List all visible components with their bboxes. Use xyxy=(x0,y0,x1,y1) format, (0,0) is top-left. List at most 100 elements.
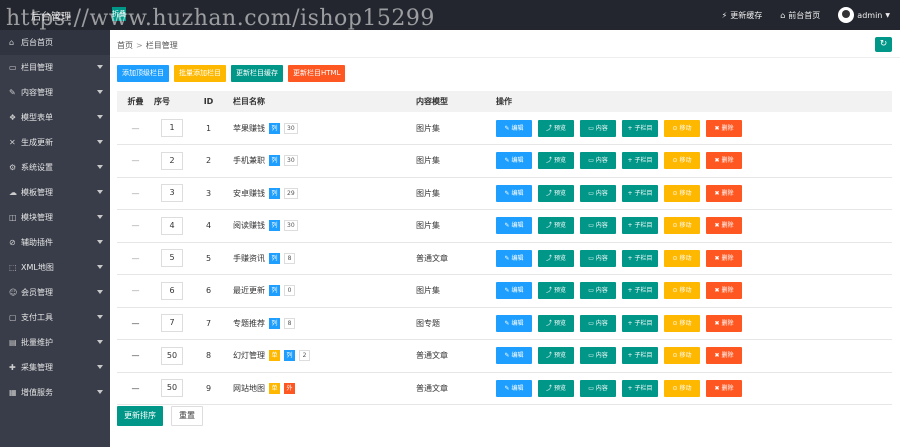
add-subcolumn-button[interactable]: + 子栏目 xyxy=(622,184,658,202)
delete-button[interactable]: ✖ 删除 xyxy=(706,184,742,202)
edit-button[interactable]: ✎ 编辑 xyxy=(496,119,532,137)
preview-button[interactable]: ⤴ 预览 xyxy=(538,217,574,235)
move-button[interactable]: ⊙ 移动 xyxy=(664,217,700,235)
sidebar-item[interactable]: ✕ 生成更新 xyxy=(0,130,110,155)
update-cache-link[interactable]: ⚡ 更新缓存 xyxy=(722,10,763,21)
menu-toggle-button[interactable]: 折叠 xyxy=(112,7,126,21)
fold-toggle[interactable]: — xyxy=(132,124,140,133)
move-button[interactable]: ⊙ 移动 xyxy=(664,152,700,170)
add-subcolumn-button[interactable]: + 子栏目 xyxy=(622,249,658,267)
sidebar-item[interactable]: ⌂ 后台首页 xyxy=(0,30,110,55)
move-button[interactable]: ⊙ 移动 xyxy=(664,249,700,267)
move-button[interactable]: ⊙ 移动 xyxy=(664,184,700,202)
edit-button[interactable]: ✎ 编辑 xyxy=(496,184,532,202)
preview-button[interactable]: ⤴ 预览 xyxy=(538,152,574,170)
fold-toggle[interactable]: — xyxy=(132,189,140,198)
fold-toggle[interactable]: — xyxy=(132,221,140,230)
fold-toggle[interactable]: — xyxy=(132,384,140,393)
add-top-column-button[interactable]: 添加顶级栏目 xyxy=(117,65,169,82)
add-subcolumn-button[interactable]: + 子栏目 xyxy=(622,217,658,235)
fold-toggle[interactable]: — xyxy=(132,319,140,328)
add-subcolumn-button[interactable]: + 子栏目 xyxy=(622,152,658,170)
save-order-button[interactable]: 更新排序 xyxy=(117,406,163,426)
sidebar-item[interactable]: ☁ 模板管理 xyxy=(0,180,110,205)
sidebar-item[interactable]: ▭ 栏目管理 xyxy=(0,55,110,80)
fold-toggle[interactable]: — xyxy=(132,351,140,360)
sidebar-item[interactable]: ❖ 模型表单 xyxy=(0,105,110,130)
fold-toggle[interactable]: — xyxy=(132,254,140,263)
add-subcolumn-button[interactable]: + 子栏目 xyxy=(622,282,658,300)
column-name[interactable]: 专题推荐 xyxy=(233,318,265,329)
content-button[interactable]: ▭ 内容 xyxy=(580,184,616,202)
sidebar-item[interactable]: ✎ 内容管理 xyxy=(0,80,110,105)
reset-button[interactable]: 重置 xyxy=(171,406,203,426)
order-input[interactable]: 5 xyxy=(161,249,183,268)
order-input[interactable]: 6 xyxy=(161,281,183,300)
delete-button[interactable]: ✖ 删除 xyxy=(706,152,742,170)
column-name[interactable]: 手机兼职 xyxy=(233,155,265,166)
move-button[interactable]: ⊙ 移动 xyxy=(664,347,700,365)
column-name[interactable]: 手赚资讯 xyxy=(233,253,265,264)
add-subcolumn-button[interactable]: + 子栏目 xyxy=(622,119,658,137)
update-column-cache-button[interactable]: 更新栏目缓存 xyxy=(231,65,283,82)
sidebar-item[interactable]: ☺ 会员管理 xyxy=(0,280,110,305)
refresh-button[interactable]: ↻ xyxy=(875,37,892,52)
order-input[interactable]: 2 xyxy=(161,151,183,170)
edit-button[interactable]: ✎ 编辑 xyxy=(496,282,532,300)
preview-button[interactable]: ⤴ 预览 xyxy=(538,282,574,300)
sidebar-item[interactable]: ▢ 支付工具 xyxy=(0,305,110,330)
column-name[interactable]: 苹果赚钱 xyxy=(233,123,265,134)
fold-toggle[interactable]: — xyxy=(132,286,140,295)
edit-button[interactable]: ✎ 编辑 xyxy=(496,379,532,397)
user-menu[interactable]: admin ▼ xyxy=(838,7,890,23)
edit-button[interactable]: ✎ 编辑 xyxy=(496,314,532,332)
delete-button[interactable]: ✖ 删除 xyxy=(706,249,742,267)
column-name[interactable]: 阅读赚钱 xyxy=(233,220,265,231)
delete-button[interactable]: ✖ 删除 xyxy=(706,282,742,300)
content-button[interactable]: ▭ 内容 xyxy=(580,119,616,137)
sidebar-item[interactable]: ▤ 批量维护 xyxy=(0,330,110,355)
sidebar-item[interactable]: ◫ 模块管理 xyxy=(0,205,110,230)
column-name[interactable]: 最近更新 xyxy=(233,285,265,296)
preview-button[interactable]: ⤴ 预览 xyxy=(538,314,574,332)
content-button[interactable]: ▭ 内容 xyxy=(580,249,616,267)
content-button[interactable]: ▭ 内容 xyxy=(580,347,616,365)
sidebar-item[interactable]: ⚙ 系统设置 xyxy=(0,155,110,180)
content-button[interactable]: ▭ 内容 xyxy=(580,152,616,170)
add-subcolumn-button[interactable]: + 子栏目 xyxy=(622,347,658,365)
delete-button[interactable]: ✖ 删除 xyxy=(706,119,742,137)
content-button[interactable]: ▭ 内容 xyxy=(580,314,616,332)
preview-button[interactable]: ⤴ 预览 xyxy=(538,119,574,137)
order-input[interactable]: 4 xyxy=(161,216,183,235)
edit-button[interactable]: ✎ 编辑 xyxy=(496,347,532,365)
update-column-html-button[interactable]: 更新栏目HTML xyxy=(288,65,346,82)
fold-toggle[interactable]: — xyxy=(132,156,140,165)
delete-button[interactable]: ✖ 删除 xyxy=(706,314,742,332)
move-button[interactable]: ⊙ 移动 xyxy=(664,314,700,332)
sidebar-item[interactable]: ▦ 增值服务 xyxy=(0,380,110,405)
add-subcolumn-button[interactable]: + 子栏目 xyxy=(622,314,658,332)
sidebar-item[interactable]: ⊘ 辅助插件 xyxy=(0,230,110,255)
order-input[interactable]: 50 xyxy=(161,379,183,398)
order-input[interactable]: 7 xyxy=(161,314,183,333)
order-input[interactable]: 50 xyxy=(161,346,183,365)
breadcrumb-home[interactable]: 首页 xyxy=(117,41,133,50)
move-button[interactable]: ⊙ 移动 xyxy=(664,119,700,137)
delete-button[interactable]: ✖ 删除 xyxy=(706,379,742,397)
column-name[interactable]: 幻灯管理 xyxy=(233,350,265,361)
edit-button[interactable]: ✎ 编辑 xyxy=(496,249,532,267)
column-name[interactable]: 安卓赚钱 xyxy=(233,188,265,199)
content-button[interactable]: ▭ 内容 xyxy=(580,379,616,397)
edit-button[interactable]: ✎ 编辑 xyxy=(496,152,532,170)
edit-button[interactable]: ✎ 编辑 xyxy=(496,217,532,235)
delete-button[interactable]: ✖ 删除 xyxy=(706,217,742,235)
order-input[interactable]: 3 xyxy=(161,184,183,203)
add-subcolumn-button[interactable]: + 子栏目 xyxy=(622,379,658,397)
column-name[interactable]: 网站地图 xyxy=(233,383,265,394)
sidebar-item[interactable]: ✚ 采集管理 xyxy=(0,355,110,380)
front-home-link[interactable]: ⌂ 前台首页 xyxy=(780,10,820,21)
batch-add-column-button[interactable]: 批量添加栏目 xyxy=(174,65,226,82)
move-button[interactable]: ⊙ 移动 xyxy=(664,282,700,300)
preview-button[interactable]: ⤴ 预览 xyxy=(538,184,574,202)
move-button[interactable]: ⊙ 移动 xyxy=(664,379,700,397)
